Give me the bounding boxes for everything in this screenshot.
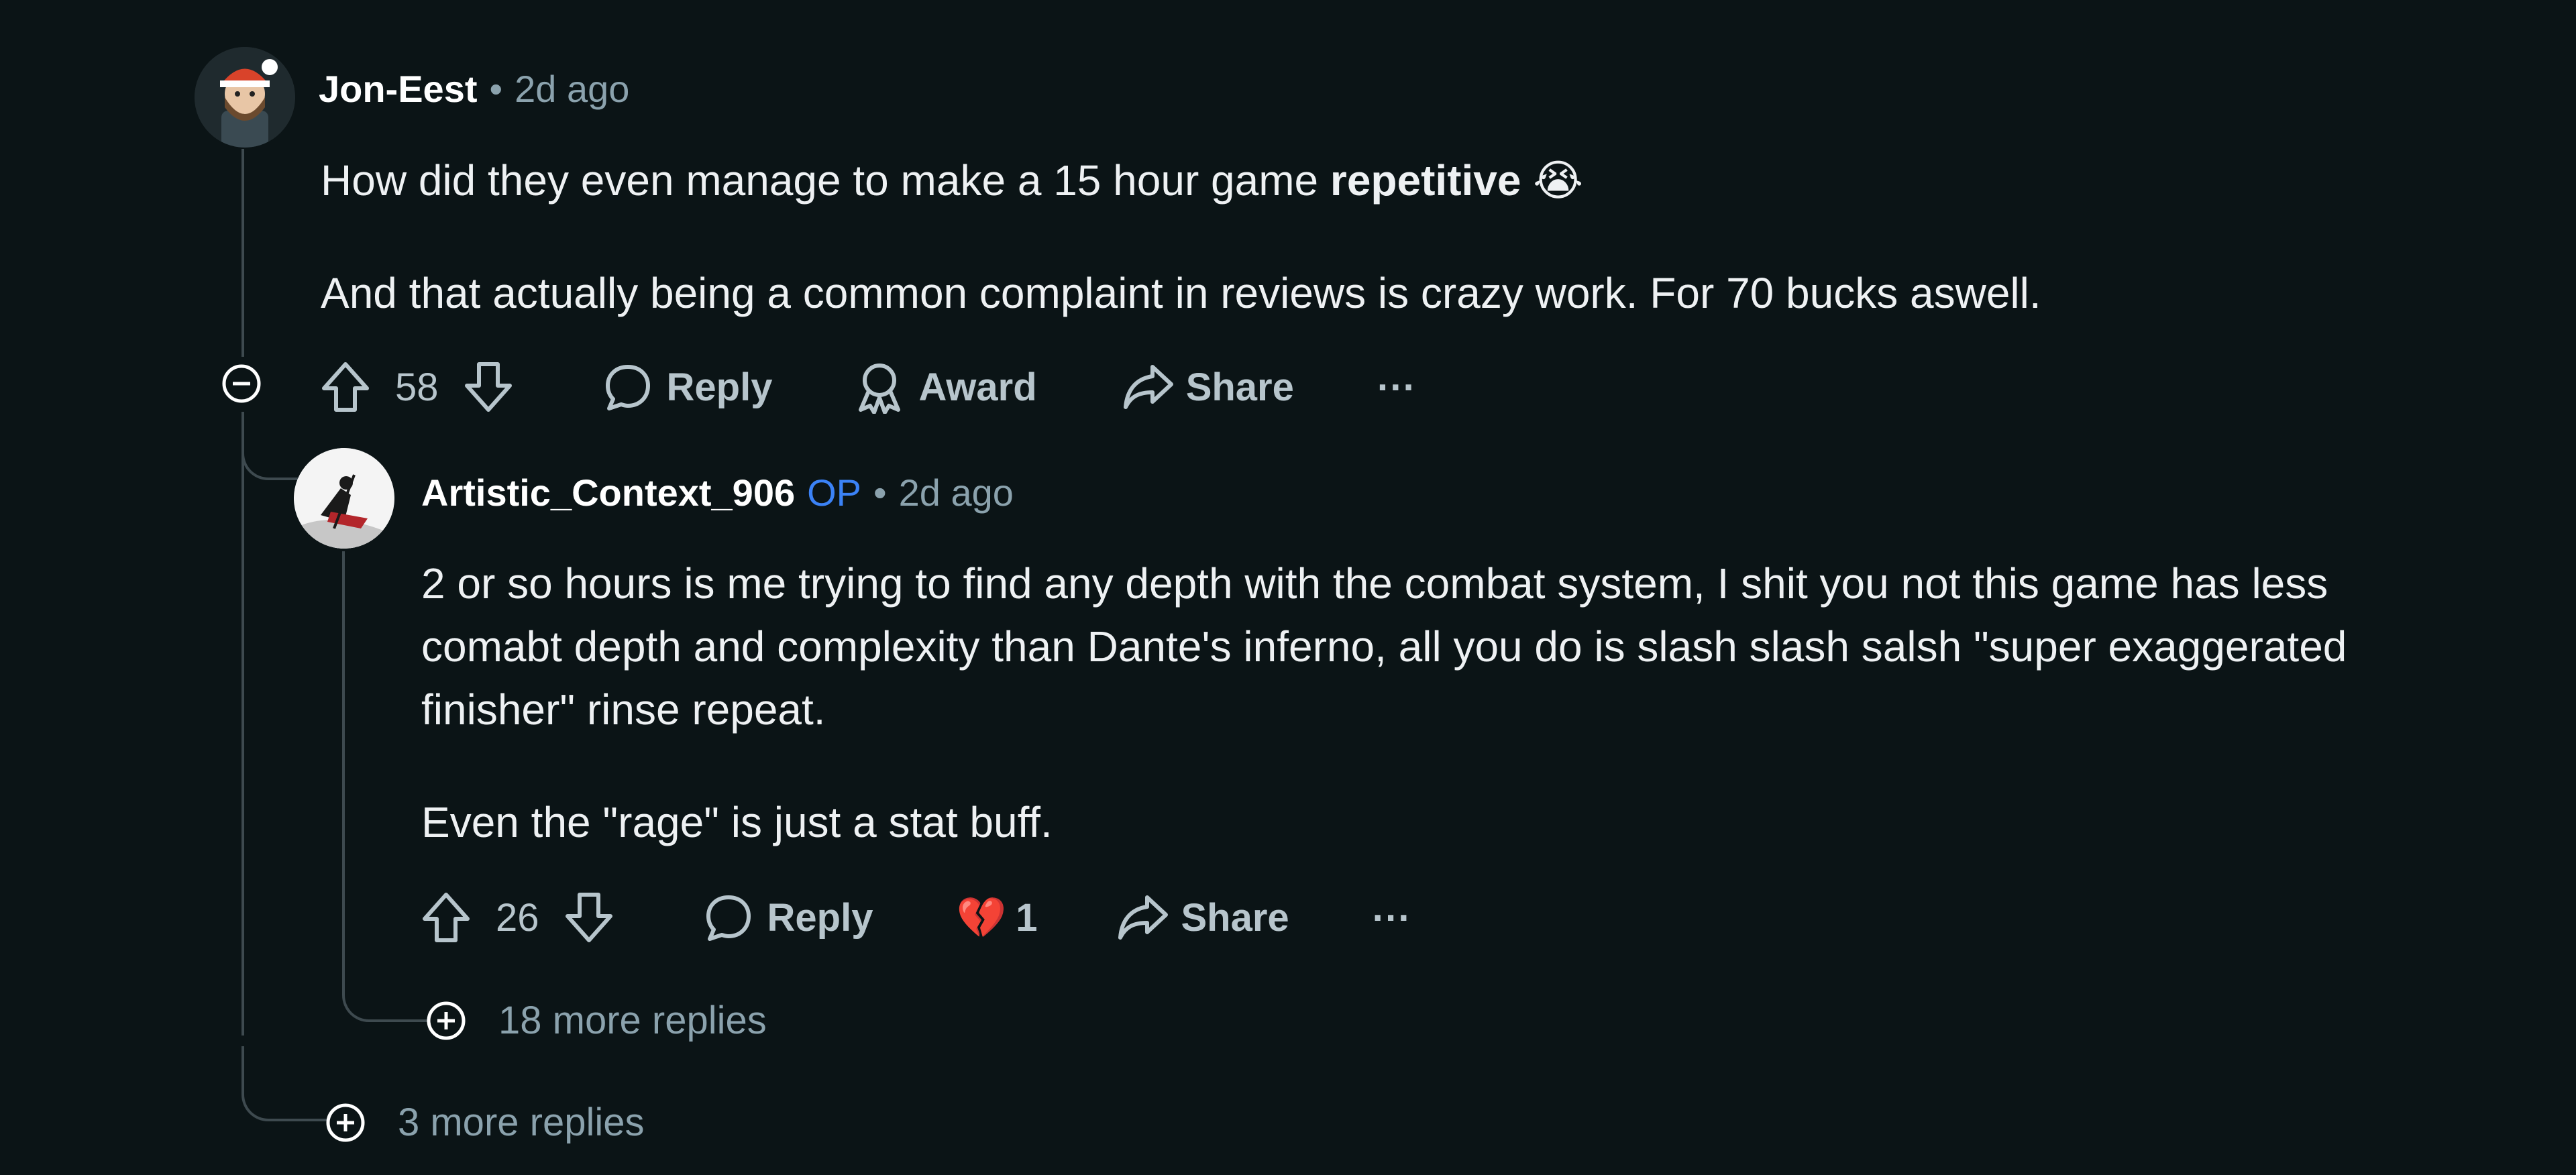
expand-icon (326, 1103, 365, 1141)
upvote-button[interactable] (419, 891, 473, 944)
separator-dot: • (873, 471, 887, 514)
comment-actions: 58 Reply Award Share ··· (319, 353, 1416, 421)
comment-actions: 26 Reply 💔 1 Share ··· (419, 884, 1411, 951)
collapse-thread-button[interactable] (221, 363, 262, 407)
comment-header: Artistic_Context_906 OP • 2d ago (421, 471, 1014, 514)
downvote-button[interactable] (562, 891, 616, 944)
expand-icon (427, 1001, 466, 1040)
upvote-button[interactable] (319, 360, 372, 414)
comment-body: 2 or so hours is me trying to find any d… (421, 552, 2380, 854)
more-replies-button[interactable]: 18 more replies (426, 998, 767, 1043)
reply-button[interactable]: Reply (602, 361, 773, 412)
crying-emoji: 😭 (1533, 156, 1584, 205)
thread-connector (342, 993, 429, 1022)
separator-dot: • (489, 68, 503, 110)
reply-button[interactable]: Reply (703, 892, 873, 943)
comment-bold-text: repetitive (1330, 156, 1521, 205)
award-button[interactable]: Award (854, 360, 1037, 414)
award-icon (859, 363, 901, 414)
share-label: Share (1185, 365, 1294, 409)
share-label: Share (1181, 895, 1289, 940)
vote-count: 26 (496, 895, 539, 940)
broken-heart-icon: 💔 (956, 895, 1007, 940)
collapse-icon (222, 364, 261, 403)
timestamp[interactable]: 2d ago (899, 471, 1014, 514)
comment-header: Jon-Eest • 2d ago (319, 67, 629, 111)
award-button[interactable]: 💔 1 (956, 894, 1037, 942)
timestamp[interactable]: 2d ago (515, 67, 629, 111)
comment-body: How did they even manage to make a 15 ho… (321, 149, 2333, 325)
reply-label: Reply (666, 365, 773, 409)
more-replies-label: 18 more replies (498, 999, 767, 1042)
avatar-image (195, 47, 295, 148)
author-name[interactable]: Artistic_Context_906 (421, 471, 795, 514)
downvote-icon (464, 362, 512, 412)
comment-text: How did they even manage to make a 15 ho… (321, 156, 1330, 205)
more-icon: ··· (1372, 895, 1411, 940)
op-badge: OP (807, 471, 862, 514)
more-replies-button[interactable]: 3 more replies (325, 1100, 644, 1145)
downvote-icon (565, 893, 612, 942)
comment-paragraph: 2 or so hours is me trying to find any d… (421, 559, 2347, 734)
avatar-image (294, 448, 394, 549)
award-label: Award (918, 365, 1037, 409)
more-options-button[interactable]: ··· (1373, 895, 1411, 940)
more-replies-label: 3 more replies (398, 1101, 645, 1144)
thread-line[interactable] (241, 149, 244, 357)
thread-line[interactable] (241, 412, 244, 1036)
comment-paragraph: How did they even manage to make a 15 ho… (321, 149, 2333, 212)
award-count: 1 (1016, 895, 1038, 940)
thread-connector (241, 1046, 328, 1121)
vote-count: 58 (395, 365, 439, 409)
thread-line[interactable] (342, 551, 345, 994)
more-icon: ··· (1377, 365, 1416, 409)
author-name[interactable]: Jon-Eest (319, 67, 478, 111)
upvote-icon (322, 362, 369, 412)
comment-icon (605, 365, 650, 410)
avatar[interactable] (195, 47, 295, 148)
comment-paragraph: Even the "rage" is just a stat buff. (421, 798, 1053, 846)
avatar[interactable] (294, 448, 394, 549)
comment-paragraph: And that actually being a common complai… (321, 269, 2041, 317)
share-icon (1118, 895, 1169, 940)
more-options-button[interactable]: ··· (1377, 365, 1416, 410)
share-button[interactable]: Share (1116, 892, 1289, 943)
thread-connector (241, 423, 298, 480)
share-button[interactable]: Share (1122, 361, 1294, 412)
share-icon (1123, 365, 1173, 409)
upvote-icon (423, 893, 470, 942)
reply-label: Reply (767, 895, 873, 940)
comment-icon (706, 895, 751, 941)
downvote-button[interactable] (462, 360, 515, 414)
